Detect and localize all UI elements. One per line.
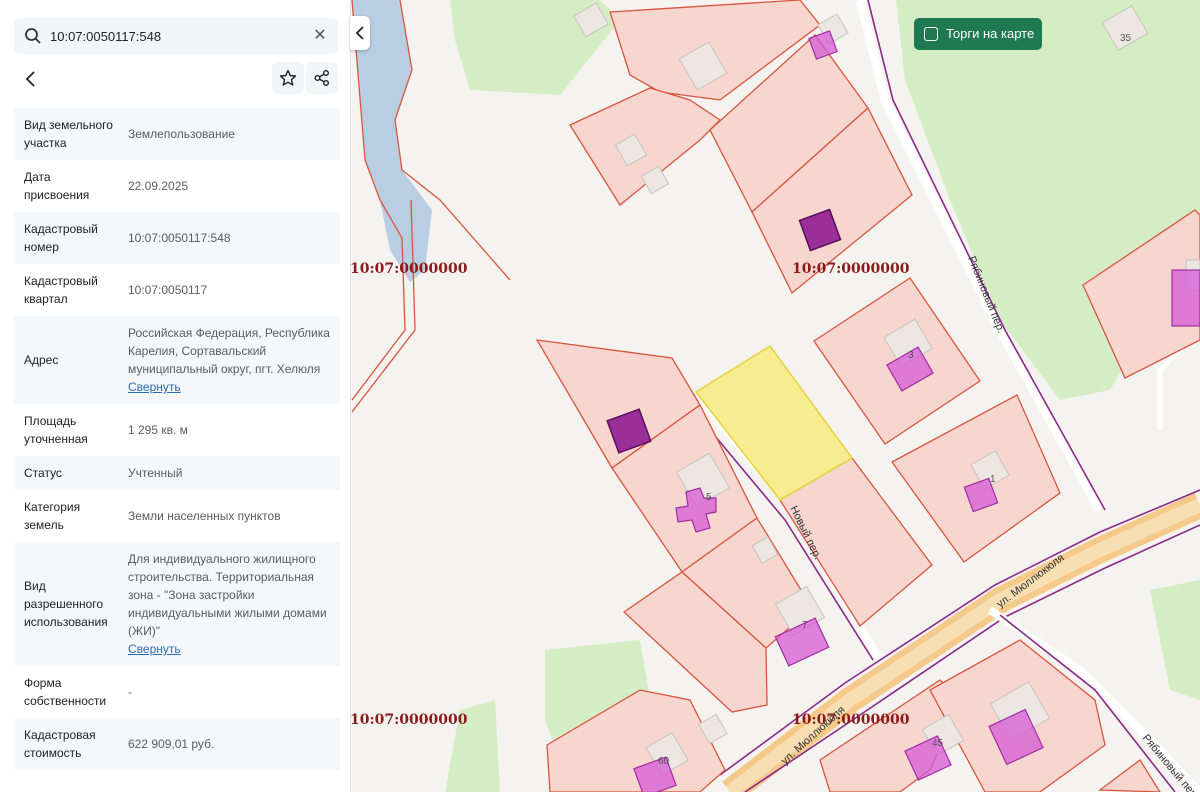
detail-label: Кадастровая стоимость — [24, 728, 96, 760]
search-bar[interactable]: ✕ — [14, 18, 338, 54]
house-number: 45 — [932, 738, 944, 749]
detail-value: Российская Федерация, Республика Карелия… — [116, 324, 330, 396]
detail-row: Вид земельного участка Землепользование — [14, 108, 340, 160]
info-panel: ✕ Вид земельного участка Землепользование… — [0, 0, 351, 792]
detail-label: Площадь уточненная — [24, 414, 88, 446]
share-icon — [314, 70, 329, 86]
map-canvas[interactable]: 10:07:0000000 10:07:0000000 10:07:000000… — [350, 0, 1200, 792]
detail-value: - — [116, 683, 330, 701]
detail-row: Кадастровый номер 10:07:0050117:548 — [14, 212, 340, 264]
house-number: 5 — [706, 492, 712, 503]
house-number: 35 — [1120, 33, 1132, 44]
detail-value-text: 10:07:0050117:548 — [128, 231, 231, 245]
detail-row: Категория земель Земли населенных пунктов — [14, 490, 340, 542]
detail-value-text: - — [128, 685, 132, 699]
detail-value-text: 22.09.2025 — [128, 179, 189, 193]
detail-value-text: Для индивидуального жилищного строительс… — [128, 552, 327, 638]
back-arrow-icon[interactable] — [18, 66, 44, 92]
detail-label: Вид земельного участка — [24, 118, 113, 150]
detail-label: Вид разрешенного использования — [24, 579, 108, 629]
share-button[interactable] — [306, 62, 338, 94]
checkbox-icon — [924, 27, 938, 41]
detail-label: Форма собственности — [24, 676, 107, 708]
detail-value-text: 622 909,01 руб. — [128, 737, 215, 751]
detail-label: Статус — [24, 466, 62, 480]
detail-label: Дата присвоения — [24, 170, 90, 202]
detail-value-text: 10:07:0050117 — [128, 283, 208, 297]
detail-value: Землепользование — [116, 125, 330, 143]
detail-label: Категория земель — [24, 500, 81, 532]
clear-search-icon[interactable]: ✕ — [310, 26, 330, 46]
detail-row: Вид разрешенного использования Для индиви… — [14, 542, 340, 666]
detail-value-text: Российская Федерация, Республика Карелия… — [128, 326, 330, 376]
detail-label: Адрес — [24, 353, 59, 367]
detail-value-text: 1 295 кв. м — [128, 423, 188, 437]
detail-label: Кадастровый квартал — [24, 274, 98, 306]
detail-row: Статус Учтенный — [14, 456, 340, 490]
detail-row: Кадастровая стоимость 622 909,01 руб. — [14, 718, 340, 770]
detail-label: Кадастровый номер — [24, 222, 98, 254]
house-number: 1 — [990, 474, 996, 485]
quarter-label: 10:07:0000000 — [350, 712, 468, 728]
detail-value: 622 909,01 руб. — [116, 735, 330, 753]
detail-value-text: Земли населенных пунктов — [128, 509, 281, 523]
detail-value-text: Учтенный — [128, 466, 183, 480]
quarter-label: 10:07:0000000 — [792, 261, 910, 277]
house-number: 7 — [802, 620, 808, 631]
house-number: 60 — [658, 756, 670, 767]
search-icon — [25, 28, 41, 44]
collapse-panel-button[interactable] — [350, 16, 370, 50]
quarter-label: 10:07:0000000 — [792, 712, 910, 728]
quarter-label: 10:07:0000000 — [350, 261, 468, 277]
cadastral-map[interactable]: 10:07:0000000 10:07:0000000 10:07:000000… — [350, 0, 1200, 792]
detail-value: Земли населенных пунктов — [116, 507, 330, 525]
search-input[interactable] — [50, 18, 300, 54]
detail-value: 10:07:0050117 — [116, 281, 330, 299]
detail-row: Площадь уточненная 1 295 кв. м — [14, 404, 340, 456]
auction-map-toggle[interactable]: Торги на карте — [914, 18, 1042, 50]
detail-value-text: Землепользование — [128, 127, 235, 141]
detail-row: Кадастровый квартал 10:07:0050117 — [14, 264, 340, 316]
auction-toggle-label: Торги на карте — [946, 26, 1035, 41]
favorite-button[interactable] — [272, 62, 304, 94]
detail-row: Форма собственности - — [14, 666, 340, 718]
star-icon — [279, 69, 297, 86]
detail-value: 10:07:0050117:548 — [116, 229, 330, 247]
collapse-link[interactable]: Свернуть — [128, 378, 330, 396]
detail-value: 22.09.2025 — [116, 177, 330, 195]
detail-value: 1 295 кв. м — [116, 421, 330, 439]
details-table: Вид земельного участка Землепользование Да… — [14, 108, 340, 770]
collapse-link[interactable]: Свернуть — [128, 640, 330, 658]
detail-row: Дата присвоения 22.09.2025 — [14, 160, 340, 212]
house-number: 3 — [908, 350, 914, 361]
chevron-left-icon — [355, 26, 364, 40]
detail-value: Учтенный — [116, 464, 330, 482]
detail-value: Для индивидуального жилищного строительс… — [116, 550, 330, 658]
detail-row: Адрес Российская Федерация, Республика Ка… — [14, 316, 340, 404]
